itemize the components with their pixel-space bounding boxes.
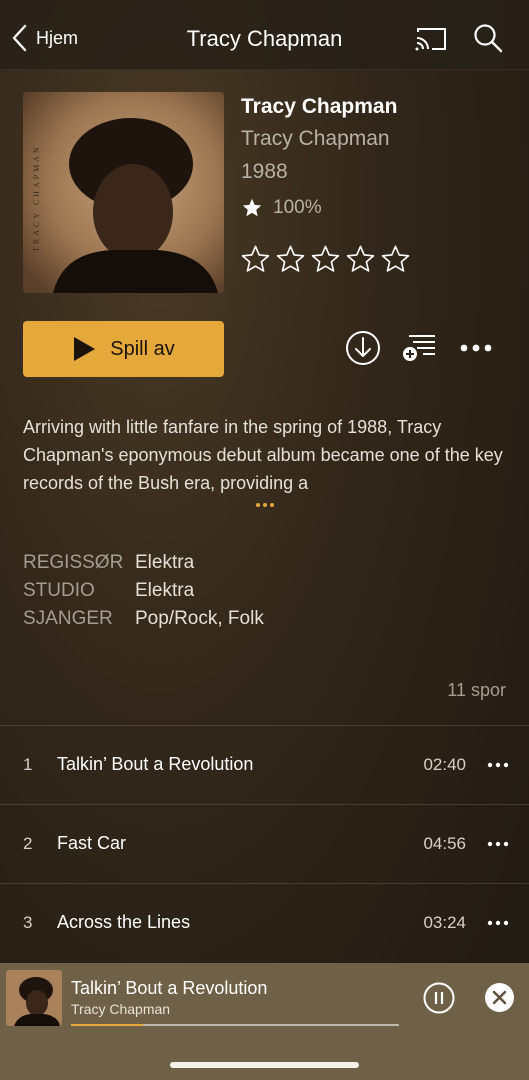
meta-label: STUDIO [23,580,95,601]
album-description[interactable]: Arriving with little fanfare in the spri… [23,413,513,497]
track-number: 2 [23,834,33,853]
meta-value: Pop/Rock, Folk [135,608,264,629]
mini-player-progress [71,1024,399,1026]
close-icon[interactable] [485,983,514,1012]
pause-icon[interactable] [423,982,455,1014]
cast-icon[interactable] [414,24,448,54]
mini-player-artwork [6,970,62,1026]
chevron-left-icon [12,24,27,52]
star-outline-icon[interactable] [310,244,341,275]
play-icon [74,337,96,361]
star-outline-icon[interactable] [240,244,271,275]
meta-value: Elektra [135,552,195,573]
track-title: Across the Lines [57,912,191,932]
track-more-icon[interactable] [487,838,509,850]
track-number: 1 [23,755,33,774]
track-number: 3 [23,913,33,932]
mini-player-progress-fill [71,1024,144,1026]
track-row[interactable]: 1 Talkin’ Bout a Revolution 02:40 [0,725,529,804]
star-outline-icon[interactable] [380,244,411,275]
meta-label: REGISSØR [23,552,124,573]
star-filled-icon [242,198,262,217]
track-duration: 03:24 [423,913,466,932]
track-more-icon[interactable] [487,917,509,929]
album-artist-link[interactable]: Tracy Chapman [241,127,390,151]
track-duration: 02:40 [423,755,466,774]
track-duration: 04:56 [423,834,466,853]
play-label: Spill av [110,337,175,360]
rating-percent: 100% [273,197,322,218]
track-count: 11 spor [447,680,506,700]
meta-label: SJANGER [23,608,113,629]
album-cover: TRACY CHAPMAN [23,92,224,293]
album-title: Tracy Chapman [241,95,398,118]
track-list: 1 Talkin’ Bout a Revolution 02:40 2 Fast… [0,725,529,962]
track-title: Fast Car [57,833,127,853]
star-outline-icon[interactable] [275,244,306,275]
mini-player-title: Talkin’ Bout a Revolution [71,978,268,998]
track-row[interactable]: 2 Fast Car 04:56 [0,804,529,883]
more-icon[interactable] [459,338,493,358]
album-year: 1988 [241,160,288,183]
track-title: Talkin’ Bout a Revolution [57,754,254,774]
album-metadata: REGISSØR Elektra STUDIO Elektra SJANGER … [23,549,264,633]
back-label: Hjem [36,27,79,48]
meta-value: Elektra [135,580,195,601]
back-button[interactable]: Hjem [10,22,78,54]
mini-player[interactable]: Talkin’ Bout a Revolution Tracy Chapman [0,963,529,1080]
meta-row-studio: STUDIO Elektra [23,577,264,605]
add-to-queue-icon[interactable] [401,333,437,363]
expand-description-icon[interactable] [254,500,276,510]
play-button[interactable]: Spill av [23,321,224,377]
track-row[interactable]: 3 Across the Lines 03:24 [0,883,529,962]
star-outline-icon[interactable] [345,244,376,275]
mini-player-artist: Tracy Chapman [71,1001,171,1017]
meta-row-director: REGISSØR Elektra [23,549,264,577]
search-icon[interactable] [472,22,504,54]
cover-text: TRACY CHAPMAN [32,144,41,252]
track-more-icon[interactable] [487,759,509,771]
meta-row-genre: SJANGER Pop/Rock, Folk [23,605,264,633]
critic-rating: 100% [241,197,322,219]
user-rating[interactable] [240,244,411,275]
download-icon[interactable] [345,330,381,366]
page-title: Tracy Chapman [186,26,343,51]
home-indicator [170,1062,359,1068]
top-bar: Hjem Tracy Chapman [0,0,529,70]
svg-text:TRACY CHAPMAN: TRACY CHAPMAN [32,144,41,252]
